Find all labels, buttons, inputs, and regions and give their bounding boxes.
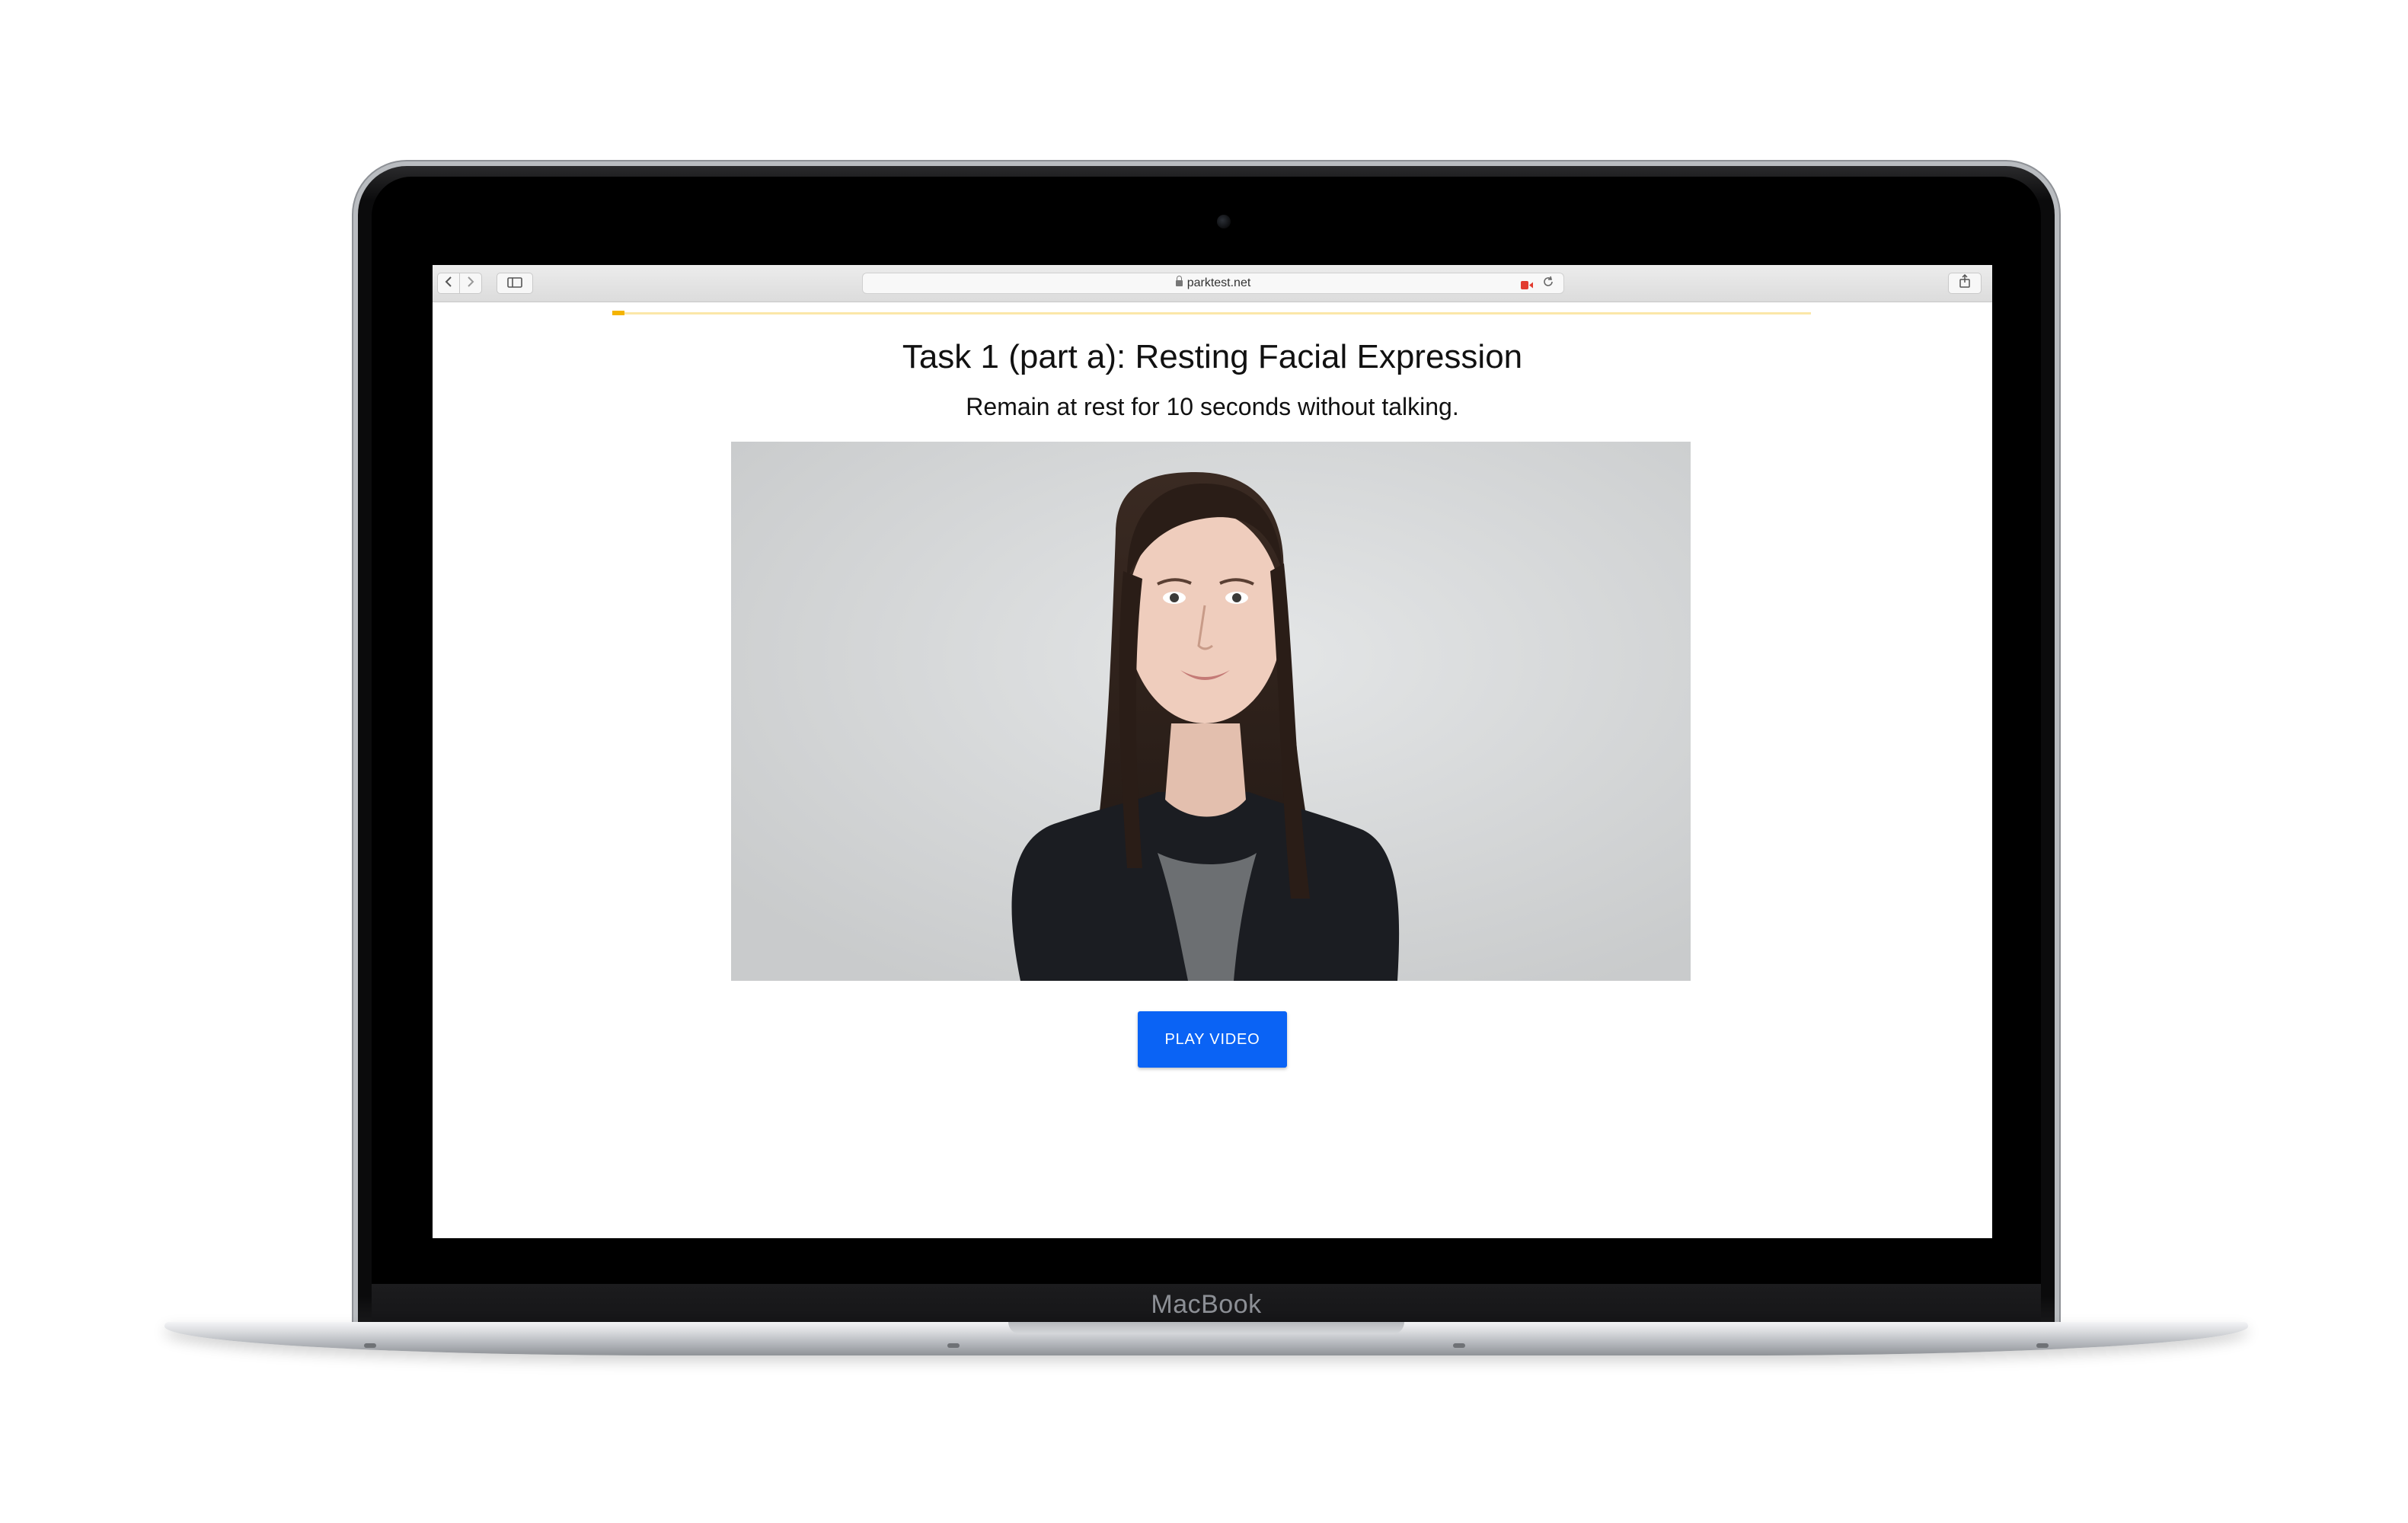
share-button[interactable] — [1948, 273, 1982, 294]
laptop-base — [164, 1322, 2248, 1355]
browser-screen: parktest.net Task 1 (part a): Resting Fa… — [433, 265, 1992, 1238]
sidebar-icon — [507, 275, 522, 292]
forward-button[interactable] — [459, 273, 482, 294]
address-bar[interactable]: parktest.net — [862, 273, 1564, 294]
browser-toolbar: parktest.net — [433, 265, 1992, 302]
chevron-left-icon — [444, 275, 453, 292]
camera-icon — [1217, 215, 1231, 228]
participant-image — [731, 442, 1691, 981]
camera-recording-icon[interactable] — [1521, 279, 1533, 289]
chevron-right-icon — [466, 275, 475, 292]
lock-icon — [1175, 276, 1183, 286]
screen-bezel: parktest.net Task 1 (part a): Resting Fa… — [372, 177, 2041, 1331]
lid-notch — [1008, 1322, 1404, 1334]
url-display: parktest.net — [863, 276, 1563, 290]
share-icon — [1959, 273, 1971, 292]
laptop-lid: parktest.net Task 1 (part a): Resting Fa… — [358, 166, 2055, 1331]
task-progress-bar — [612, 311, 1811, 315]
video-preview[interactable] — [731, 442, 1691, 981]
reload-icon[interactable] — [1542, 276, 1554, 291]
laptop-foot — [947, 1343, 960, 1348]
desktop-stage: parktest.net Task 1 (part a): Resting Fa… — [0, 0, 2408, 1523]
laptop-foot — [2036, 1343, 2049, 1348]
page-title: Task 1 (part a): Resting Facial Expressi… — [902, 338, 1523, 375]
play-video-button[interactable]: PLAY VIDEO — [1138, 1011, 1287, 1068]
task-progress-fill — [612, 311, 624, 315]
back-button[interactable] — [437, 273, 460, 294]
device-brand-label: MacBook — [1151, 1290, 1262, 1319]
sidebar-button[interactable] — [497, 273, 533, 294]
url-text: parktest.net — [1186, 276, 1251, 289]
laptop-foot — [364, 1343, 376, 1348]
laptop-foot — [1453, 1343, 1465, 1348]
task-instruction: Remain at rest for 10 seconds without ta… — [966, 393, 1459, 420]
